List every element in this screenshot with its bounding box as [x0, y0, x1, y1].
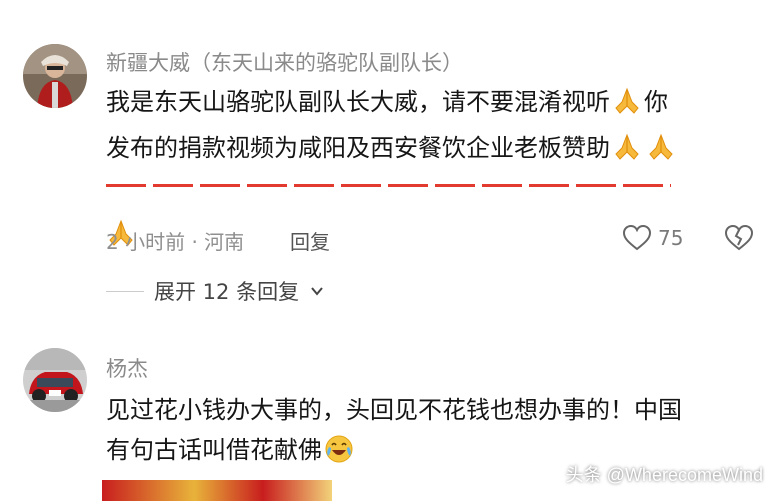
- comment-text-line: 有句古话叫借花献佛: [106, 436, 322, 464]
- comment-author[interactable]: 杨杰: [106, 353, 148, 383]
- like-count: 75: [658, 226, 684, 250]
- pray-emoji-icon: [646, 132, 676, 174]
- pray-emoji-icon: [612, 132, 642, 174]
- attached-image-thumbnail[interactable]: [102, 480, 332, 501]
- avatar-image: [23, 348, 87, 412]
- comment-text-line: 我是东天山骆驼队副队长大威，请不要混淆视听: [106, 88, 610, 116]
- avatar[interactable]: [23, 348, 87, 412]
- like-button[interactable]: 75: [622, 224, 683, 252]
- comment-text-line: 见过花小钱办大事的，头回见不花钱也想办事的！中国: [106, 396, 682, 424]
- source-watermark: 头条 @WherecomeWind: [565, 465, 763, 485]
- expand-divider-line: [106, 290, 144, 292]
- expand-replies-label: 展开 12 条回复: [154, 280, 300, 304]
- comment-time-location: 2 小时前 · 河南: [106, 230, 245, 254]
- laugh-cry-emoji-icon: [324, 434, 354, 476]
- broken-heart-icon: [724, 224, 754, 251]
- reply-button[interactable]: 回复: [290, 226, 330, 255]
- avatar[interactable]: [23, 44, 87, 108]
- comment-author[interactable]: 新疆大威（东天山来的骆驼队副队长）: [106, 47, 463, 77]
- chevron-down-icon: [311, 287, 323, 296]
- expand-replies-button[interactable]: 展开 12 条回复: [106, 276, 325, 306]
- pray-emoji-icon: [612, 86, 642, 128]
- heart-outline-icon: [622, 224, 652, 251]
- comment-text-line: 发布的捐款视频为咸阳及西安餐饮企业老板赞助: [106, 134, 610, 162]
- red-dash-divider: [106, 183, 671, 187]
- avatar-image: [23, 44, 87, 108]
- comment-text-line-end: 你: [644, 88, 668, 116]
- dislike-button[interactable]: [724, 224, 754, 256]
